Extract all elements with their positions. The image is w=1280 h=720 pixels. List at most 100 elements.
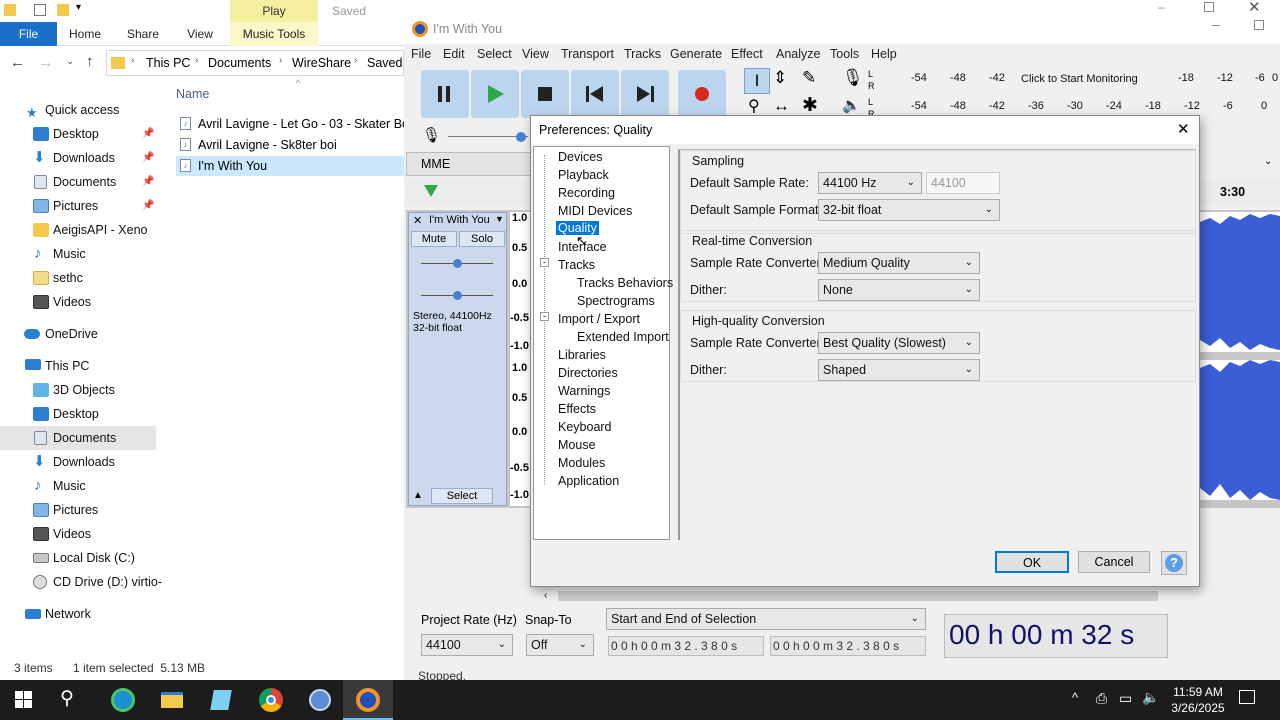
nav-downloads-pc[interactable]: ⬇ Downloads (0, 450, 160, 474)
track-control-panel[interactable]: ✕ I'm With You ▼ Mute Solo Stereo, 44100… (408, 212, 507, 506)
selection-start-time[interactable]: 0 0 h 0 0 m 3 2 . 3 8 0 s (608, 636, 764, 656)
tree-item-keyboard[interactable]: Keyboard (558, 420, 612, 434)
nav-videos[interactable]: Videos (0, 290, 160, 314)
menu-analyze[interactable]: Analyze (776, 47, 820, 61)
realtime-dither-select[interactable]: None ⌄ (818, 279, 980, 301)
speaker-icon[interactable]: 🔈 (842, 96, 861, 114)
menu-effect[interactable]: Effect (731, 47, 763, 61)
tree-item-warnings[interactable]: Warnings (558, 384, 610, 398)
recent-chevron-icon[interactable]: ⌄ (66, 56, 74, 67)
tree-item-modules[interactable]: Modules (558, 456, 605, 470)
tab-file[interactable]: File (0, 22, 57, 46)
snap-to-select[interactable]: Off ⌄ (526, 634, 594, 656)
microphone-icon[interactable]: 🎙 (842, 68, 864, 88)
close-icon[interactable]: ✕ (1177, 120, 1190, 138)
nav-sethc[interactable]: sethc (0, 266, 160, 290)
folder-icon[interactable] (4, 4, 16, 16)
sample-rate-input[interactable]: 44100 (926, 172, 1000, 194)
ok-button[interactable]: OK (995, 551, 1069, 573)
search-icon[interactable]: ⚲ (60, 688, 86, 712)
tree-item-spectrograms[interactable]: Spectrograms (577, 294, 655, 308)
realtime-converter-select[interactable]: Medium Quality ⌄ (818, 252, 980, 274)
nav-videos-pc[interactable]: Videos (0, 522, 160, 546)
menu-tools[interactable]: Tools (830, 47, 859, 61)
network-app-icon[interactable] (307, 688, 333, 712)
tree-item-extended-import[interactable]: Extended Import (577, 330, 669, 344)
audacity-taskbar-button[interactable] (343, 680, 393, 720)
explorer-minimize-icon[interactable]: – (1158, 0, 1165, 14)
file-explorer-icon[interactable] (160, 688, 186, 712)
file-row[interactable]: ♪ Avril Lavigne - Sk8ter boi (176, 135, 404, 155)
track-menu-chevron-icon[interactable]: ▼ (495, 214, 504, 224)
track-name-menu[interactable]: I'm With You (429, 214, 499, 226)
selection-mode-select[interactable]: Start and End of Selection ⌄ (606, 608, 926, 630)
project-rate-select[interactable]: 44100 ⌄ (421, 634, 513, 656)
nav-local-disk[interactable]: Local Disk (C:) (0, 546, 160, 570)
breadcrumb-documents[interactable]: Documents (208, 56, 271, 70)
play-context-tab[interactable]: Play (230, 0, 318, 22)
nav-pictures[interactable]: Pictures 📌 (0, 194, 160, 218)
nav-3d-objects[interactable]: 3D Objects (0, 378, 160, 402)
tree-item-devices[interactable]: Devices (558, 150, 602, 164)
menu-select[interactable]: Select (477, 47, 512, 61)
column-header-name[interactable]: Name (176, 87, 209, 101)
horizontal-scrollbar[interactable] (558, 591, 1158, 601)
skip-start-button[interactable] (571, 70, 619, 118)
explorer-restore-icon[interactable] (1204, 2, 1214, 12)
nav-downloads[interactable]: ⬇ Downloads 📌 (0, 146, 160, 170)
stop-button[interactable] (521, 70, 569, 118)
mic-slider-thumb[interactable] (516, 132, 526, 142)
explorer-close-icon[interactable]: ✕ (1248, 0, 1261, 16)
notepad-icon[interactable] (208, 688, 234, 712)
file-row-selected[interactable]: ♪ I'm With You (176, 156, 404, 176)
nav-documents[interactable]: Documents 📌 (0, 170, 160, 194)
nav-documents-pc[interactable]: Documents (0, 426, 156, 450)
minimize-icon[interactable]: – (1212, 16, 1220, 32)
track-close-icon[interactable]: ✕ (413, 214, 422, 227)
file-row[interactable]: ♪ Avril Lavigne - Let Go - 03 - Skater B… (176, 114, 404, 134)
multi-tool-icon[interactable]: ✱ (802, 94, 818, 117)
play-head-icon[interactable] (424, 185, 438, 197)
nav-quick-access[interactable]: ★ Quick access (0, 98, 160, 122)
up-icon[interactable]: ↑ (86, 53, 94, 70)
collapse-track-icon[interactable]: ▲ (413, 490, 423, 501)
envelope-tool-icon[interactable]: ⇕ (773, 68, 787, 88)
tab-home[interactable]: Home (62, 22, 108, 46)
zoom-tool-icon[interactable]: ⚲ (748, 96, 760, 116)
windows-start-icon[interactable] (13, 688, 39, 712)
draw-tool-icon[interactable]: ✎ (802, 68, 816, 88)
nav-desktop-pc[interactable]: Desktop (0, 402, 160, 426)
nav-pictures-pc[interactable]: Pictures (0, 498, 160, 522)
nav-this-pc[interactable]: This PC (0, 354, 160, 378)
highquality-dither-select[interactable]: Shaped ⌄ (818, 359, 980, 381)
customize-chevron-icon[interactable]: ▾ (76, 2, 81, 13)
tree-item-directories[interactable]: Directories (558, 366, 618, 380)
menu-edit[interactable]: Edit (443, 47, 465, 61)
pause-button[interactable] (421, 70, 469, 118)
breadcrumb-saved[interactable]: Saved (367, 56, 402, 70)
tree-item-tracks-behaviors[interactable]: Tracks Behaviors (577, 276, 673, 290)
selection-tool-icon[interactable]: I (744, 68, 770, 94)
clock[interactable]: 11:59 AM 3/26/2025 (1166, 684, 1230, 716)
device-icon[interactable]: ⎙ (1096, 690, 1107, 707)
show-hidden-icons-icon[interactable]: ^ (1072, 690, 1078, 705)
host-select[interactable]: MME (406, 152, 532, 176)
edge-icon[interactable] (110, 688, 136, 712)
chrome-icon[interactable] (258, 688, 284, 712)
tab-view[interactable]: View (178, 22, 222, 46)
breadcrumb-wireshare[interactable]: WireShare (292, 56, 351, 70)
tab-music-tools[interactable]: Music Tools (230, 22, 318, 46)
sample-rate-select[interactable]: 44100 Hz ⌄ (818, 172, 922, 194)
tree-item-playback[interactable]: Playback (558, 168, 609, 182)
audio-position-display[interactable]: 00 h 00 m 32 s (944, 614, 1168, 658)
menu-transport[interactable]: Transport (561, 47, 614, 61)
tree-item-application[interactable]: Application (558, 474, 619, 488)
pan-slider-thumb[interactable] (453, 291, 462, 300)
collapse-import-export-icon[interactable]: - (540, 312, 549, 321)
menu-tracks[interactable]: Tracks (624, 47, 661, 61)
menu-help[interactable]: Help (871, 47, 897, 61)
start-monitoring-label[interactable]: Click to Start Monitoring (1021, 73, 1138, 85)
back-icon[interactable]: ← (10, 54, 25, 71)
timeline-ruler-left[interactable] (406, 180, 532, 206)
select-track-button[interactable]: Select (431, 488, 493, 504)
